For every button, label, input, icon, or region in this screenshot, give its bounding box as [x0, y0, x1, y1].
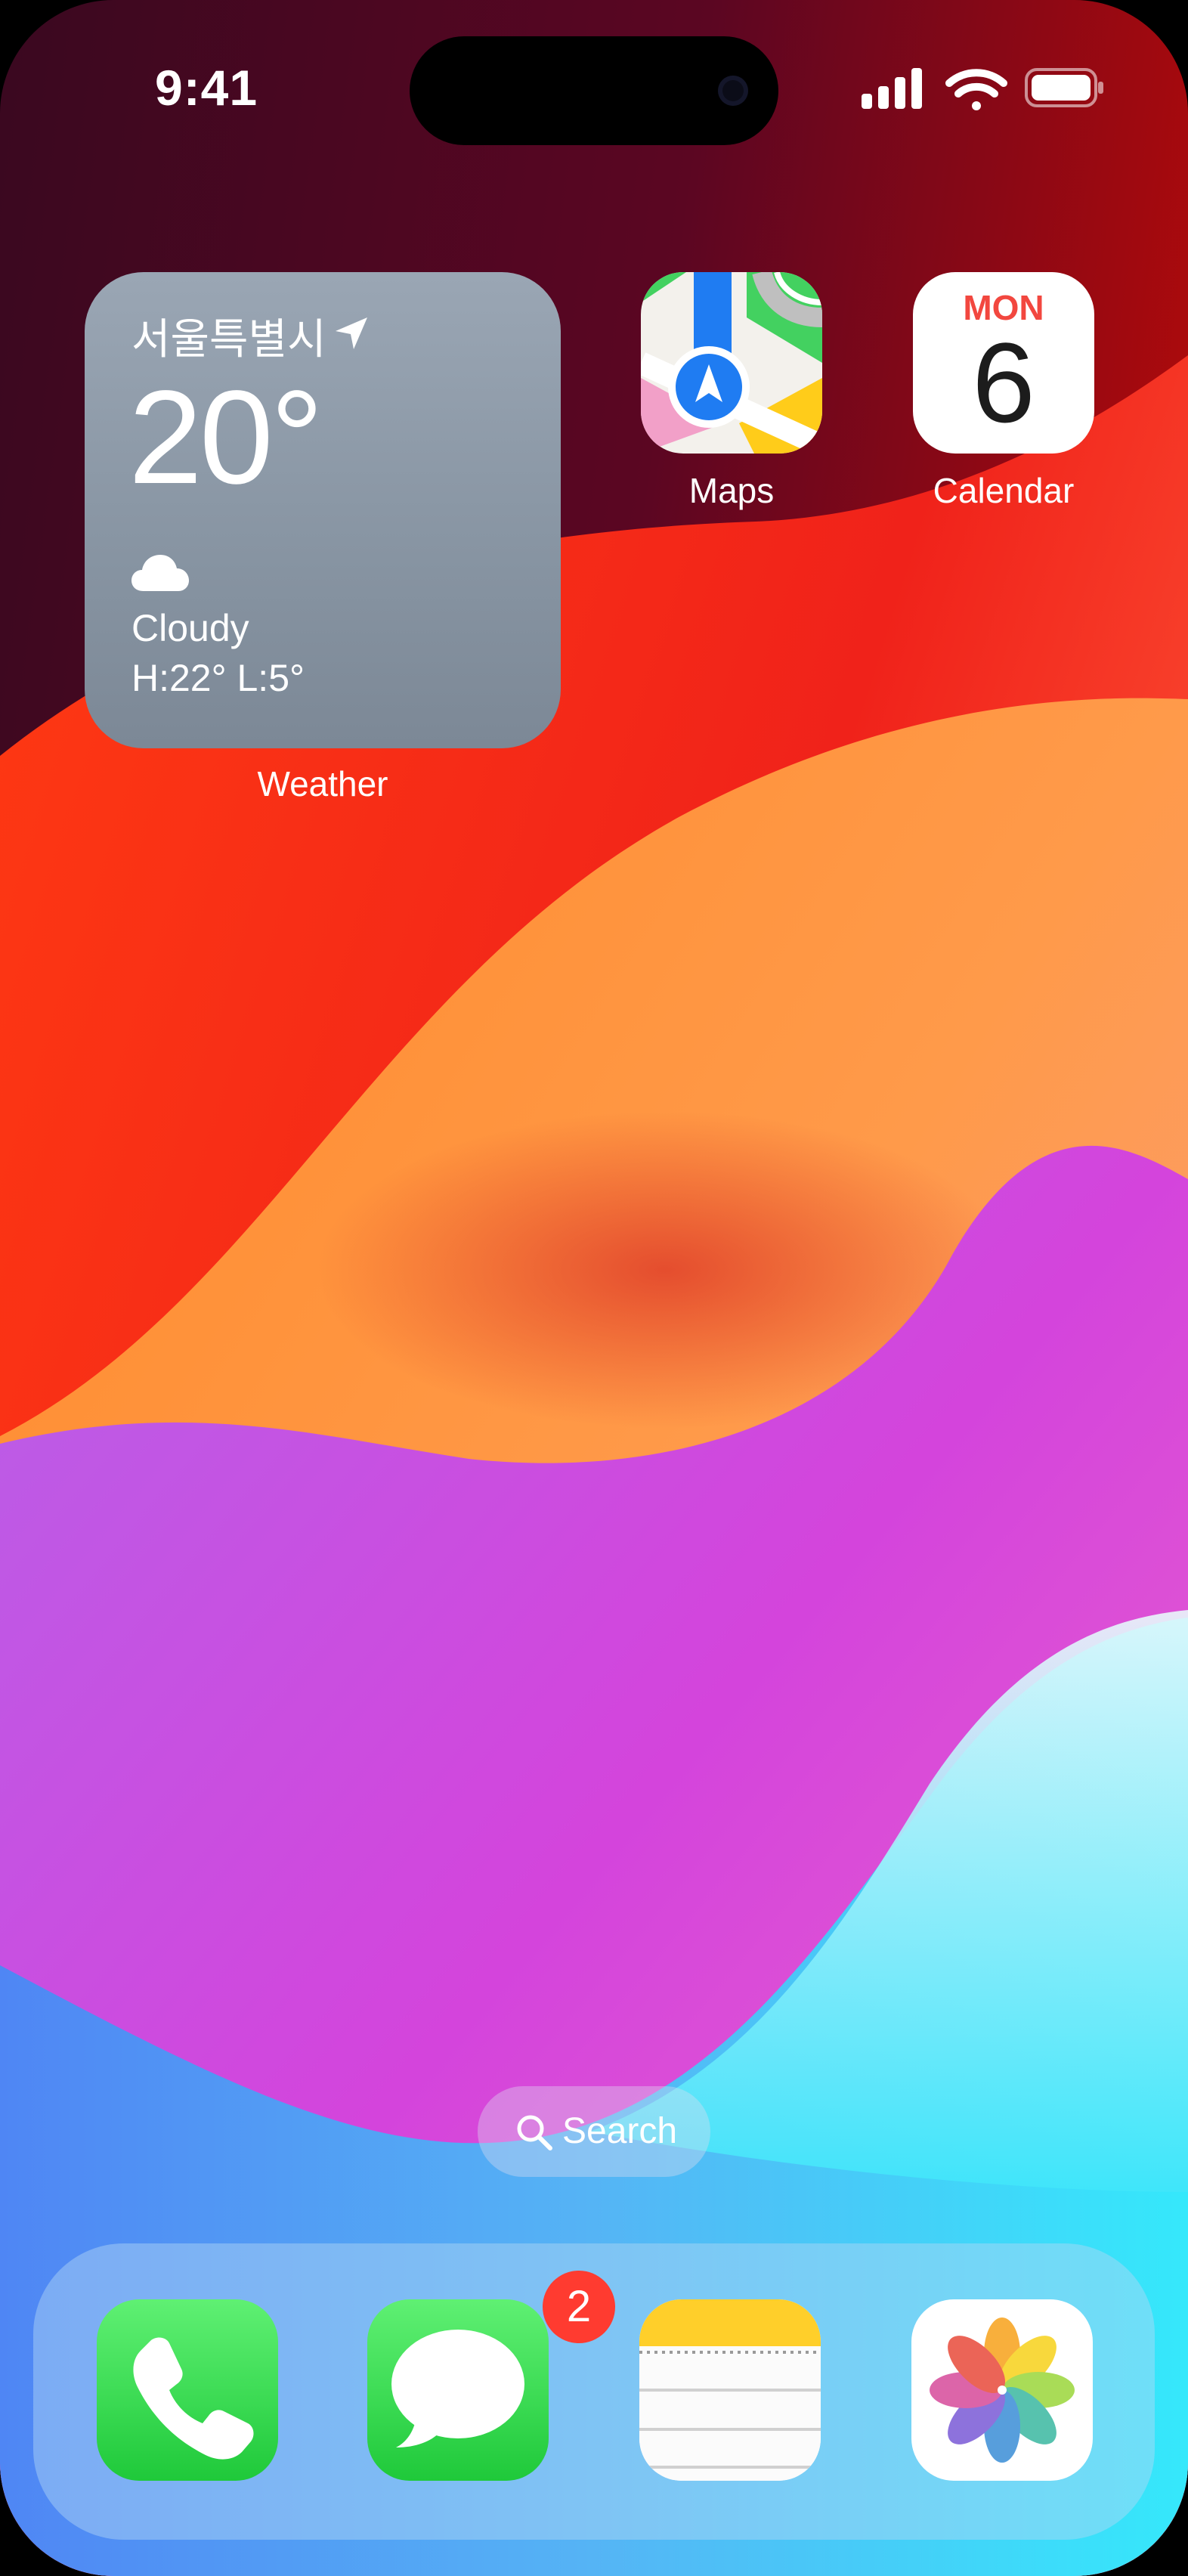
- cellular-signal-icon: [862, 68, 922, 109]
- photos-flower-icon: [930, 2317, 1075, 2463]
- weather-condition: Cloudy: [131, 607, 249, 649]
- messages-app-icon[interactable]: [367, 2299, 549, 2481]
- dynamic-island: [410, 36, 778, 145]
- search-label: Search: [562, 2111, 678, 2151]
- camera-icon: [718, 76, 748, 106]
- battery-icon: [1025, 68, 1103, 107]
- status-icons: [862, 68, 1103, 110]
- phone-icon: [133, 2337, 254, 2460]
- calendar-app-label: Calendar: [933, 471, 1075, 510]
- weather-widget[interactable]: 서울특별시 20° Cloudy H:22° L:5°: [85, 272, 561, 748]
- location-arrow-icon: [336, 317, 367, 349]
- notes-app-icon[interactable]: [639, 2299, 821, 2481]
- photos-app-icon[interactable]: [911, 2299, 1093, 2481]
- cloud-icon: [131, 555, 189, 591]
- maps-app-icon[interactable]: [641, 272, 822, 454]
- maps-icon: [641, 272, 822, 454]
- wifi-icon: [945, 69, 1007, 110]
- search-button[interactable]: Search: [478, 2086, 710, 2177]
- maps-app-label: Maps: [688, 471, 775, 510]
- status-time: 9:41: [155, 60, 258, 116]
- calendar-date: 6: [972, 319, 1035, 446]
- weather-temperature: 20°: [128, 364, 323, 512]
- speech-bubble-icon: [391, 2330, 524, 2448]
- calendar-app-icon[interactable]: MON 6: [913, 272, 1094, 454]
- search-icon: [517, 2115, 552, 2150]
- notes-icon: [639, 2299, 821, 2481]
- weather-high-low: H:22° L:5°: [131, 657, 305, 699]
- messages-badge: 2: [543, 2271, 615, 2343]
- weather-widget-label: Weather: [257, 764, 388, 803]
- weather-city: 서울특별시: [131, 315, 326, 363]
- home-screen: 9:41 서울특별시 20° Cloudy H:22° L:5° Weather…: [0, 0, 1188, 2576]
- phone-app-icon[interactable]: [97, 2299, 278, 2481]
